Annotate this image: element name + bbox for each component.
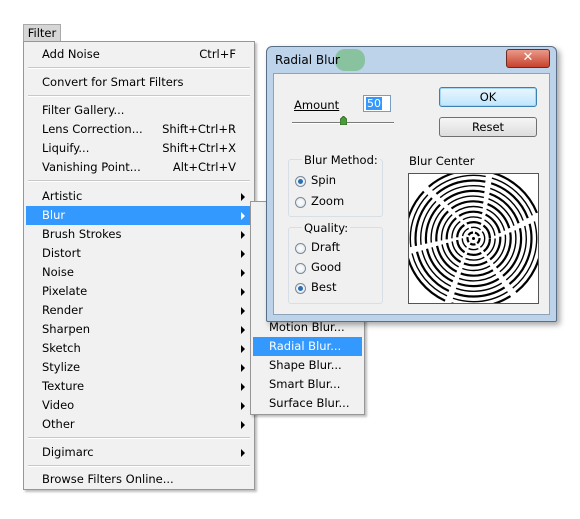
radial-preview-icon <box>403 168 544 309</box>
menu-item-vanishing-point[interactable]: Vanishing Point... Alt+Ctrl+V <box>26 158 252 177</box>
submenu-arrow-icon <box>241 288 245 296</box>
menu-item-label: Sharpen <box>42 322 91 336</box>
blur-center-label: Blur Center <box>409 154 475 168</box>
menu-item-render[interactable]: Render <box>26 301 252 320</box>
menu-item-noise[interactable]: Noise <box>26 263 252 282</box>
menu-item-shortcut: Alt+Ctrl+V <box>172 160 236 174</box>
ok-button[interactable]: OK <box>439 87 537 107</box>
menu-separator <box>28 180 250 182</box>
blur-center-preview[interactable] <box>403 168 544 309</box>
submenu-arrow-icon <box>241 269 245 277</box>
menu-item-other[interactable]: Other <box>26 415 252 434</box>
blur-method-title: Blur Method: <box>302 153 380 167</box>
radio-spin-label[interactable]: Spin <box>311 173 336 187</box>
menu-separator <box>28 437 250 439</box>
amount-input[interactable]: 50 <box>363 95 391 112</box>
submenu-arrow-icon <box>241 421 245 429</box>
submenu-item-surface-blur[interactable]: Surface Blur... <box>253 394 362 413</box>
quality-title: Quality: <box>302 221 351 235</box>
menu-item-label: Digimarc <box>42 445 94 459</box>
radio-good[interactable] <box>295 263 306 274</box>
menu-item-label: Lens Correction... <box>42 122 143 136</box>
submenu-arrow-icon <box>241 402 245 410</box>
submenu-arrow-icon <box>241 231 245 239</box>
menu-item-label: Sketch <box>42 341 81 355</box>
menu-item-lens-correction[interactable]: Lens Correction... Shift+Ctrl+R <box>26 120 252 139</box>
radio-spin[interactable] <box>295 176 306 187</box>
menu-separator <box>28 67 250 69</box>
radio-draft[interactable] <box>295 243 306 254</box>
menu-item-label: Liquify... <box>42 141 90 155</box>
menu-item-label: Other <box>42 417 75 431</box>
menu-item-label: Vanishing Point... <box>42 160 141 174</box>
menu-item-stylize[interactable]: Stylize <box>26 358 252 377</box>
radio-best-label[interactable]: Best <box>311 280 336 294</box>
menu-separator <box>28 95 250 97</box>
menu-item-blur[interactable]: Blur <box>26 206 252 225</box>
quality-group: Quality: Draft Good Best <box>288 221 383 304</box>
menu-item-digimarc[interactable]: Digimarc <box>26 443 252 462</box>
reset-button[interactable]: Reset <box>439 117 537 137</box>
menubar-filter[interactable]: Filter <box>23 24 61 42</box>
menu-item-sharpen[interactable]: Sharpen <box>26 320 252 339</box>
blur-method-group: Blur Method: Spin Zoom <box>288 153 383 217</box>
amount-value: 50 <box>366 97 382 110</box>
radio-good-label[interactable]: Good <box>311 260 341 274</box>
radio-draft-label[interactable]: Draft <box>311 240 340 254</box>
menu-item-sketch[interactable]: Sketch <box>26 339 252 358</box>
submenu-arrow-icon <box>241 345 245 353</box>
menu-separator <box>28 465 250 467</box>
menu-item-shortcut: Shift+Ctrl+X <box>162 141 236 155</box>
menu-item-video[interactable]: Video <box>26 396 252 415</box>
menu-item-label: Brush Strokes <box>42 227 122 241</box>
menu-item-label: Pixelate <box>42 284 88 298</box>
submenu-arrow-icon <box>241 449 245 457</box>
submenu-item-shape-blur[interactable]: Shape Blur... <box>253 356 362 375</box>
menu-item-label: Video <box>42 398 75 412</box>
submenu-arrow-icon <box>241 383 245 391</box>
menu-item-artistic[interactable]: Artistic <box>26 187 252 206</box>
slider-thumb-icon[interactable] <box>339 116 347 125</box>
submenu-arrow-icon <box>241 364 245 372</box>
dialog-body: Amount 50 OK Reset Blur Method: Spin Zoo… <box>273 73 550 315</box>
menu-item-label: Artistic <box>42 189 83 203</box>
menu-item-label: Texture <box>42 379 85 393</box>
radio-zoom-label[interactable]: Zoom <box>311 194 344 208</box>
menu-item-shortcut: Shift+Ctrl+R <box>162 122 236 136</box>
submenu-arrow-icon <box>241 212 245 220</box>
submenu-arrow-icon <box>241 193 245 201</box>
submenu-item-radial-blur[interactable]: Radial Blur... <box>253 337 362 356</box>
menu-item-shortcut: Ctrl+F <box>199 47 236 61</box>
menu-item-distort[interactable]: Distort <box>26 244 252 263</box>
menu-item-add-noise[interactable]: Add Noise Ctrl+F <box>26 45 252 64</box>
submenu-arrow-icon <box>241 326 245 334</box>
menu-item-label: Distort <box>42 246 81 260</box>
submenu-item-smart-blur[interactable]: Smart Blur... <box>253 375 362 394</box>
submenu-arrow-icon <box>241 307 245 315</box>
menu-item-brush-strokes[interactable]: Brush Strokes <box>26 225 252 244</box>
menu-item-texture[interactable]: Texture <box>26 377 252 396</box>
menu-item-label: Noise <box>42 265 74 279</box>
menu-item-label: Add Noise <box>42 47 100 61</box>
menu-item-browse-filters-online[interactable]: Browse Filters Online... <box>26 470 252 489</box>
menu-item-filter-gallery[interactable]: Filter Gallery... <box>26 101 252 120</box>
close-button[interactable]: ✕ <box>506 49 550 68</box>
menu-item-label: Stylize <box>42 360 81 374</box>
menu-item-label: Blur <box>42 208 66 222</box>
menu-item-convert-smart-filters[interactable]: Convert for Smart Filters <box>26 73 252 92</box>
dialog-title: Radial Blur <box>275 53 340 67</box>
menu-item-liquify[interactable]: Liquify... Shift+Ctrl+X <box>26 139 252 158</box>
filter-menu: Add Noise Ctrl+F Convert for Smart Filte… <box>23 41 255 490</box>
menu-item-pixelate[interactable]: Pixelate <box>26 282 252 301</box>
menu-item-label: Render <box>42 303 83 317</box>
submenu-arrow-icon <box>241 250 245 258</box>
center-point-icon <box>472 237 475 240</box>
radio-best[interactable] <box>295 283 306 294</box>
menu-item-label: Filter Gallery... <box>42 103 125 117</box>
menu-item-label: Convert for Smart Filters <box>42 75 184 89</box>
menu-item-label: Browse Filters Online... <box>42 472 174 486</box>
radio-zoom[interactable] <box>295 197 306 208</box>
amount-label: Amount <box>294 98 340 112</box>
radial-blur-dialog: Radial Blur ✕ Amount 50 OK Reset Blur Me… <box>266 46 557 322</box>
